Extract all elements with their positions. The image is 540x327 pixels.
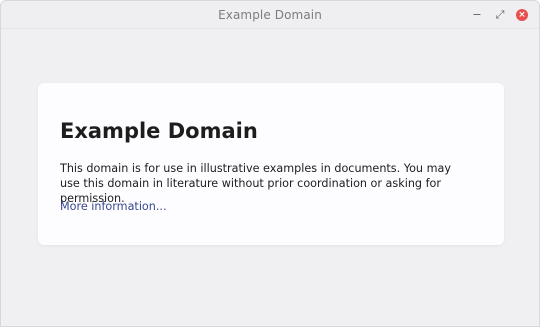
maximize-icon[interactable]: ⤢ <box>494 9 506 21</box>
browser-window: Example Domain − ⤢ × Example Domain This… <box>0 0 540 327</box>
page-viewport: Example Domain This domain is for use in… <box>1 29 539 326</box>
page-heading: Example Domain <box>60 119 258 143</box>
more-information-link[interactable]: More information... <box>60 200 167 213</box>
content-card: Example Domain This domain is for use in… <box>38 83 504 245</box>
minimize-icon[interactable]: − <box>471 9 483 21</box>
close-icon[interactable]: × <box>516 9 528 21</box>
window-title: Example Domain <box>218 8 322 22</box>
title-bar[interactable]: Example Domain − ⤢ × <box>1 1 539 29</box>
